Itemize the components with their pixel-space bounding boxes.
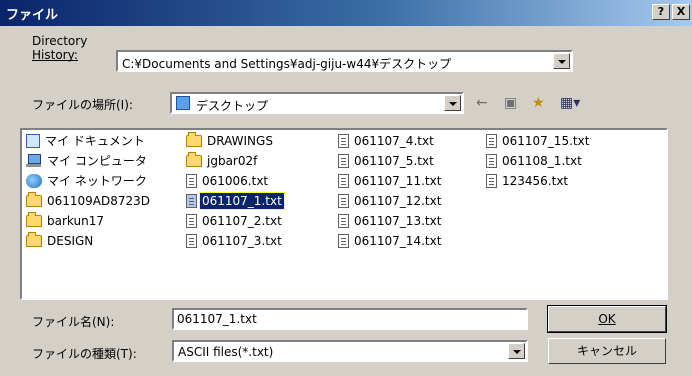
list-item-label: DRAWINGS	[207, 134, 273, 148]
file-list[interactable]: マイ ドキュメント マイ コンピュータ マイ ネットワーク 061109AD8723D…	[20, 128, 668, 300]
list-item-label: マイ ネットワーク	[47, 174, 147, 188]
text-file-icon	[186, 234, 197, 248]
list-item-label: 061108_1.txt	[502, 154, 582, 168]
list-item-label: 061107_2.txt	[202, 214, 282, 228]
list-item[interactable]: 061107_13.txt	[338, 212, 443, 230]
folder-icon	[186, 132, 202, 147]
file-name-value: 061107_1.txt	[177, 312, 257, 326]
text-file-icon	[338, 134, 349, 148]
text-file-icon	[338, 214, 349, 228]
look-in-label: ファイルの場所(I):	[32, 98, 133, 112]
directory-history-label-line1: Directory	[32, 34, 88, 48]
list-item[interactable]: 061109AD8723D	[26, 192, 152, 210]
chevron-down-icon[interactable]	[553, 53, 570, 69]
file-name-label: ファイル名(N):	[32, 315, 115, 329]
my-documents-icon	[26, 134, 40, 148]
list-item[interactable]: 061107_15.txt	[486, 132, 591, 150]
list-item-label: jgbar02f	[207, 154, 258, 168]
help-button[interactable]: ?	[652, 4, 670, 20]
list-item-label: マイ ドキュメント	[45, 134, 145, 148]
desktop-icon	[176, 96, 190, 110]
list-item[interactable]: 061108_1.txt	[486, 152, 584, 170]
my-network-icon	[26, 174, 42, 188]
text-file-icon	[486, 154, 497, 168]
list-item[interactable]: 061107_14.txt	[338, 232, 443, 250]
back-arrow-icon[interactable]: ←	[476, 94, 488, 112]
directory-history-combo[interactable]: C:¥Documents and Settings¥adj-giju-w44¥デ…	[116, 50, 573, 72]
list-item-label: 123456.txt	[502, 174, 569, 188]
list-item[interactable]: マイ ネットワーク	[26, 172, 149, 190]
text-file-icon	[186, 194, 197, 208]
text-file-icon	[186, 214, 197, 228]
list-item[interactable]: 123456.txt	[486, 172, 570, 190]
list-item-label: 061107_4.txt	[354, 134, 434, 148]
file-type-label: ファイルの種類(T):	[32, 347, 137, 361]
file-dialog: ファイル ? X Directory History: C:¥Documents…	[0, 0, 692, 376]
list-item[interactable]: barkun17	[26, 212, 106, 230]
text-file-icon	[486, 174, 497, 188]
list-item-label: 061109AD8723D	[47, 194, 151, 208]
folder-icon	[26, 212, 42, 227]
file-name-input[interactable]: 061107_1.txt	[172, 308, 528, 330]
new-folder-icon[interactable]: ★	[532, 94, 545, 112]
list-item[interactable]: 061107_2.txt	[186, 212, 284, 230]
title-bar: ファイル ? X	[0, 0, 692, 26]
my-computer-icon	[26, 154, 42, 168]
list-item[interactable]: DRAWINGS	[186, 132, 275, 150]
chevron-down-icon[interactable]	[444, 95, 461, 111]
list-item[interactable]: 061107_5.txt	[338, 152, 436, 170]
list-item-label: DESIGN	[47, 234, 94, 248]
file-type-combo[interactable]: ASCII files(*.txt)	[172, 340, 528, 362]
list-item-label: barkun17	[47, 214, 104, 228]
list-item[interactable]: 061107_3.txt	[186, 232, 284, 250]
list-item[interactable]: 061107_1.txt	[186, 192, 285, 210]
list-item-label: 061107_15.txt	[502, 134, 590, 148]
cancel-button[interactable]: キャンセル	[548, 338, 666, 364]
list-item-label: 061107_12.txt	[354, 194, 442, 208]
view-menu-icon[interactable]: ▦▾	[560, 94, 580, 112]
chevron-down-icon[interactable]	[508, 343, 525, 359]
list-item-label: マイ コンピュータ	[47, 154, 147, 168]
list-item[interactable]: 061107_4.txt	[338, 132, 436, 150]
list-item[interactable]: 061107_11.txt	[338, 172, 443, 190]
window-title: ファイル	[6, 8, 59, 23]
file-type-value: ASCII files(*.txt)	[178, 345, 274, 359]
list-item-label: 061107_14.txt	[354, 234, 442, 248]
folder-icon	[26, 192, 42, 207]
text-file-icon	[338, 154, 349, 168]
list-item-label: 061107_1.txt	[199, 192, 285, 210]
ok-button[interactable]: OK	[547, 305, 667, 333]
directory-history-label: Directory History:	[32, 34, 87, 62]
folder-icon	[186, 152, 202, 167]
list-item[interactable]: 061107_12.txt	[338, 192, 443, 210]
text-file-icon	[338, 234, 349, 248]
up-folder-icon[interactable]: ▣	[504, 94, 517, 112]
list-item[interactable]: マイ ドキュメント	[26, 132, 147, 150]
cancel-button-label: キャンセル	[576, 344, 637, 358]
look-in-value: デスクトップ	[196, 99, 269, 113]
list-item-label: 061006.txt	[202, 174, 269, 188]
list-item[interactable]: 061006.txt	[186, 172, 270, 190]
text-file-icon	[186, 174, 197, 188]
directory-history-value: C:¥Documents and Settings¥adj-giju-w44¥デ…	[122, 57, 452, 71]
list-item[interactable]: jgbar02f	[186, 152, 259, 170]
close-button[interactable]: X	[672, 4, 690, 20]
list-item-label: 061107_13.txt	[354, 214, 442, 228]
list-item-label: 061107_5.txt	[354, 154, 434, 168]
folder-icon	[26, 232, 42, 247]
list-item[interactable]: DESIGN	[26, 232, 95, 250]
ok-button-label: OK	[598, 312, 616, 326]
text-file-icon	[486, 134, 497, 148]
text-file-icon	[338, 174, 349, 188]
list-item-label: 061107_3.txt	[202, 234, 282, 248]
list-item[interactable]: マイ コンピュータ	[26, 152, 149, 170]
directory-history-label-line2: History:	[32, 48, 78, 62]
text-file-icon	[338, 194, 349, 208]
list-item-label: 061107_11.txt	[354, 174, 442, 188]
look-in-combo[interactable]: デスクトップ	[170, 92, 464, 114]
